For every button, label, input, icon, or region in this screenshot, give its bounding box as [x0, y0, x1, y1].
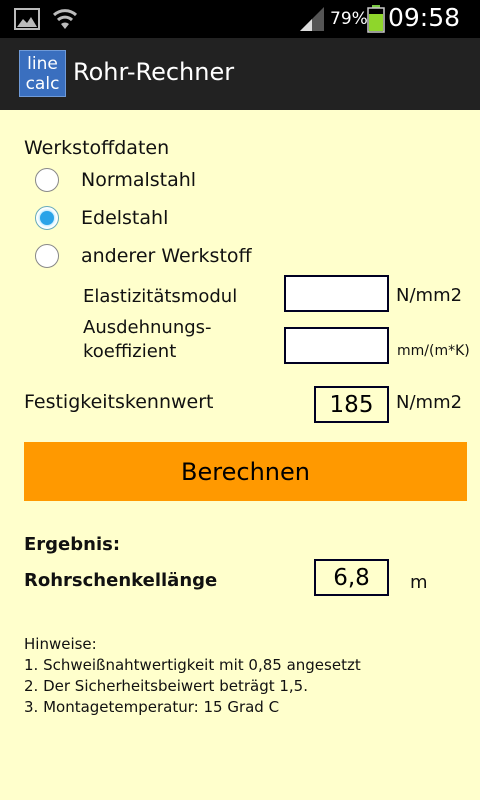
radio-label-edelstahl[interactable]: Edelstahl [81, 207, 168, 229]
expansion-coefficient-unit: mm/(m*K) [397, 343, 470, 359]
logo-text-line2: calc [25, 74, 60, 94]
radio-edelstahl[interactable] [35, 206, 59, 230]
radio-normalstahl[interactable] [35, 168, 59, 192]
note-line: 1. Schweißnahtwertigkeit mit 0,85 angese… [24, 656, 361, 674]
radio-anderer-werkstoff[interactable] [35, 244, 59, 268]
expansion-coefficient-label-line2: koeffizient [83, 341, 177, 362]
note-line: 2. Der Sicherheitsbeiwert beträgt 1,5. [24, 677, 308, 695]
wifi-icon [52, 9, 78, 29]
clock: 09:58 [387, 3, 460, 32]
signal-icon [300, 7, 324, 31]
elastic-modulus-unit: N/mm2 [396, 285, 463, 306]
battery-percent: 79% [330, 9, 368, 29]
result-value-field [314, 559, 389, 596]
expansion-coefficient-input[interactable] [284, 327, 389, 364]
elastic-modulus-input[interactable] [284, 275, 389, 312]
strength-label: Festigkeitskennwert [24, 391, 214, 413]
result-label: Rohrschenkellänge [24, 570, 218, 591]
radio-label-anderer-werkstoff[interactable]: anderer Werkstoff [81, 245, 252, 267]
image-icon [14, 8, 40, 30]
app-logo[interactable]: line calc [19, 50, 66, 97]
strength-input[interactable] [314, 386, 389, 423]
status-bar: 79% 09:58 [0, 0, 480, 38]
radio-label-normalstahl[interactable]: Normalstahl [81, 169, 196, 191]
result-heading: Ergebnis: [24, 534, 121, 555]
result-unit: m [410, 572, 428, 593]
expansion-coefficient-label-line1: Ausdehnungs- [83, 317, 212, 338]
notes-heading: Hinweise: [24, 635, 97, 653]
battery-icon [367, 5, 385, 33]
note-line: 3. Montagetemperatur: 15 Grad C [24, 698, 280, 716]
section-label-material: Werkstoffdaten [24, 137, 170, 159]
elastic-modulus-label: Elastizitätsmodul [83, 286, 238, 307]
logo-text-line1: line [27, 54, 58, 74]
strength-unit: N/mm2 [396, 392, 463, 413]
action-bar [0, 38, 480, 110]
app-title: Rohr-Rechner [73, 58, 235, 86]
calculate-button[interactable]: Berechnen [24, 442, 467, 501]
